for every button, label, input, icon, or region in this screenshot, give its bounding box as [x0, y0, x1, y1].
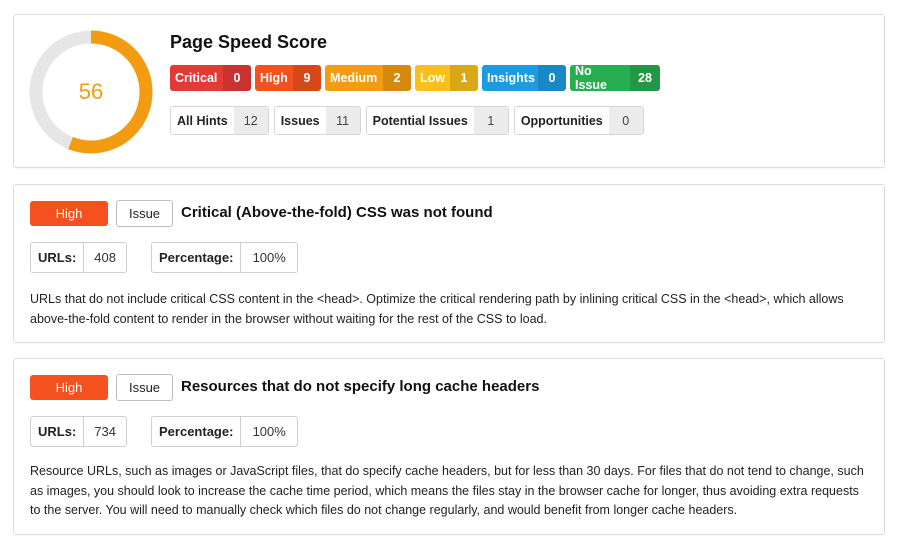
issue-card: High Issue Critical (Above-the-fold) CSS… [13, 184, 885, 343]
hint-opportunities[interactable]: Opportunities 0 [513, 106, 644, 135]
priority-badge: High [30, 201, 108, 226]
hint-label: All Hints [171, 107, 234, 134]
priority-badge: High [30, 375, 108, 400]
urls-metric[interactable]: URLs: 734 [30, 416, 127, 447]
severity-count: 1 [450, 65, 478, 91]
hint-count: 0 [608, 107, 643, 134]
hint-count: 1 [473, 107, 508, 134]
score-gauge: 56 [28, 29, 154, 155]
hint-label: Opportunities [514, 107, 609, 134]
severity-label: Medium [330, 71, 378, 85]
percentage-value: 100% [252, 250, 286, 265]
issue-card: High Issue Resources that do not specify… [13, 358, 885, 535]
severity-count: 0 [538, 65, 566, 91]
severity-count: 2 [383, 65, 411, 91]
hint-issues[interactable]: Issues 11 [273, 106, 361, 135]
urls-metric[interactable]: URLs: 408 [30, 242, 127, 273]
severity-low[interactable]: Low 1 [415, 65, 478, 91]
urls-count: 734 [94, 424, 116, 439]
percentage-metric: Percentage: 100% [151, 242, 298, 273]
severity-insights[interactable]: Insights 0 [482, 65, 566, 91]
type-badge: Issue [116, 374, 173, 401]
severity-critical[interactable]: Critical 0 [170, 65, 251, 91]
hint-potential-issues[interactable]: Potential Issues 1 [365, 106, 509, 135]
severity-label: No Issue [575, 65, 607, 91]
severity-label: Low [420, 71, 445, 85]
issue-description: Resource URLs, such as images or JavaScr… [30, 464, 864, 517]
urls-count: 408 [94, 250, 116, 265]
severity-count: 9 [293, 65, 321, 91]
severity-no-issue[interactable]: No Issue 28 [570, 65, 660, 91]
hint-count: 12 [233, 107, 268, 134]
severity-medium[interactable]: Medium 2 [325, 65, 411, 91]
severity-high[interactable]: High 9 [255, 65, 321, 91]
severity-label: High [260, 71, 288, 85]
urls-label: URLs: [31, 243, 85, 272]
percentage-value: 100% [252, 424, 286, 439]
page-speed-score-card: 56 Page Speed Score Critical 0 High 9 Me… [13, 14, 885, 168]
hint-label: Issues [274, 107, 326, 134]
type-badge: Issue [116, 200, 173, 227]
issue-description: URLs that do not include critical CSS co… [30, 292, 844, 326]
issue-title[interactable]: Critical (Above-the-fold) CSS was not fo… [181, 204, 493, 221]
issue-title[interactable]: Resources that do not specify long cache… [181, 378, 539, 395]
hint-summary: All Hints 12 Issues 11 Potential Issues … [170, 106, 644, 135]
severity-count: 0 [223, 65, 251, 91]
percentage-metric: Percentage: 100% [151, 416, 298, 447]
percentage-label: Percentage: [152, 417, 242, 446]
percentage-label: Percentage: [152, 243, 242, 272]
severity-label: Critical [175, 71, 218, 85]
hint-all-hints[interactable]: All Hints 12 [170, 106, 269, 135]
hint-count: 11 [325, 107, 360, 134]
urls-label: URLs: [31, 417, 85, 446]
score-value: 56 [78, 79, 104, 104]
severity-summary: Critical 0 High 9 Medium 2 Low 1 Insight… [170, 65, 660, 91]
score-title: Page Speed Score [170, 32, 328, 52]
severity-label: Insights [487, 71, 535, 85]
hint-label: Potential Issues [366, 107, 474, 134]
severity-count: 28 [630, 65, 660, 91]
